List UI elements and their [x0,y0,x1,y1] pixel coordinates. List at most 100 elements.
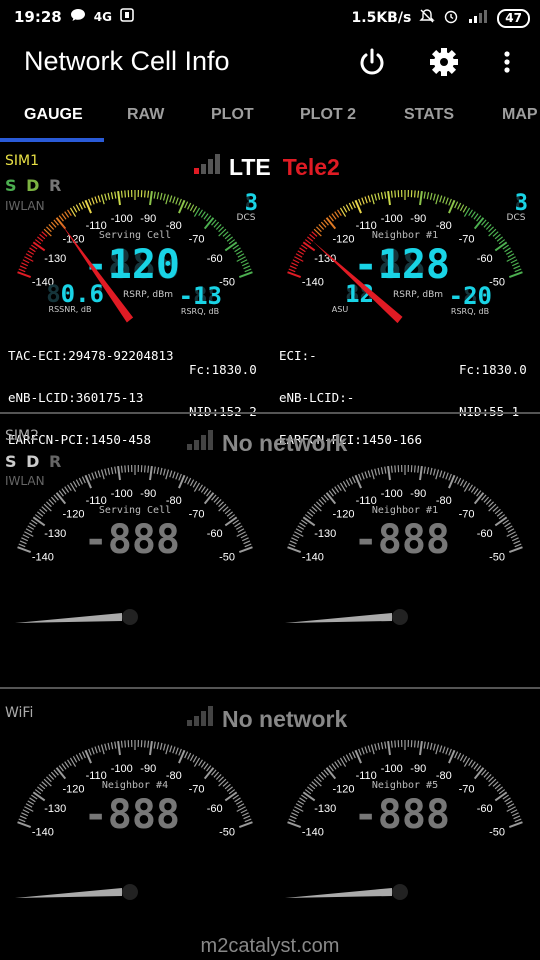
gauge-tick [307,786,314,792]
gauge-tick [494,241,508,252]
gauge-tick [88,198,92,206]
gauge-tick [320,496,327,503]
gauge-tick [513,265,521,270]
tab-raw[interactable]: RAW [127,106,164,124]
gauge-tick [226,236,233,242]
gauge-tick [380,467,384,475]
gauge-tick [374,193,378,201]
gauge-tick [110,742,114,750]
gauge-tick [470,761,476,768]
gauge-tick [120,740,123,748]
gauge-tick [75,479,81,487]
gauge-tick [348,752,353,760]
tab-plot[interactable]: PLOT [211,106,254,124]
gauge-rsrq-value: -13 [179,282,222,310]
gauge-tick [243,540,251,545]
gauge-tick [147,190,150,198]
gauge-tick [468,209,473,216]
gauge-tick [301,519,308,525]
gauge-tick [237,803,245,808]
gauge-tick [292,259,300,264]
gauge-tick-label: -80 [166,770,182,782]
more-options-icon[interactable] [495,46,527,78]
gauge-tick [244,268,252,273]
gauge-tick [114,741,117,749]
gauge-tick [55,767,67,780]
gauge-wifi-neighbor-4: -140-130-120-110-100 -90-80-70-60-50Neigh… [15,740,253,900]
gauge-tick [75,754,81,762]
gauge-tick [485,773,492,780]
gauge-main-label: RSRP, dBm [393,290,443,300]
tab-plot-2[interactable]: PLOT 2 [300,106,356,124]
gauge-tick [31,794,38,800]
gauge-tick [318,223,325,230]
gauge-tick [238,271,253,278]
gauge-tick-label: -100 [381,213,403,225]
tab-map[interactable]: MAP [502,106,538,124]
gauge-tick [417,740,420,748]
power-icon[interactable] [356,46,388,78]
gauge-tick [331,763,337,770]
gauge-tick [414,465,416,473]
gauge-tick [457,202,462,210]
gauge-tick [510,809,518,814]
gauge-tick [454,751,459,759]
gauge-tick [222,506,229,512]
gauge-tick-label: -100 [111,763,133,775]
gauge-tick-label: -60 [207,803,223,815]
gauge-tick [377,742,381,750]
gauge-tick [351,476,356,484]
gauge-tick [159,742,163,750]
gauge-tick [172,746,176,754]
gauge-tick-label: -100 [381,488,403,500]
tab-gauge[interactable]: GAUGE [24,106,83,124]
gauge-tick [423,191,426,199]
gauge-tick [241,537,249,542]
gauge-tick [367,195,371,203]
gauge-tick [235,800,243,805]
gauge-tick [439,195,443,203]
gauge-tick [342,480,348,488]
gauge-tick [483,221,490,228]
gauge-tick [302,791,316,802]
gauge-tick [81,476,86,484]
gauge-wifi-neighbor-5: -140-130-120-110-100 -90-80-70-60-50Neigh… [285,740,523,900]
gauge-tick [48,498,55,505]
gear-icon[interactable] [428,46,460,78]
gauge-tick [507,528,515,533]
sim1-label: SIM1 [5,153,40,169]
gauge-tick [301,794,308,800]
gauge-tick [153,191,156,199]
gauge-tick [345,754,351,762]
gauge-tick [320,221,327,228]
gauge-tick-label: -100 [111,488,133,500]
gauge-tick [492,231,499,237]
gauge-tick [361,472,365,480]
gauge-tick [377,467,381,475]
gauge-tick-label: -90 [140,763,156,775]
gauge-tick [288,543,296,548]
gauge-tick [67,759,72,766]
gauge-tick [144,465,146,473]
gauge-tick [91,197,95,205]
gauge-tick [380,192,384,200]
gauge-tick [320,771,327,778]
gauge-tick [361,197,365,205]
gauge-tick [37,786,44,792]
gauge-tick [432,468,436,476]
gauge-tick [94,196,98,204]
gauge-tick [240,259,248,264]
gauge-tick-label: -60 [477,803,493,815]
tab-stats[interactable]: STATS [404,106,454,124]
gauge-tick [72,755,78,763]
gauge-tick [165,194,170,205]
footer-link[interactable]: m2catalyst.com [0,935,540,958]
gauge-tick [107,742,111,750]
gauge-tick [508,821,523,828]
gauge-needle [15,888,122,898]
gauge-tick [27,800,35,805]
gauge-tick [32,516,46,527]
gauge-tick [159,192,163,200]
info-tac-eci: TAC-ECI:29478-92204813 [8,348,174,363]
gauge-tick [213,221,220,228]
